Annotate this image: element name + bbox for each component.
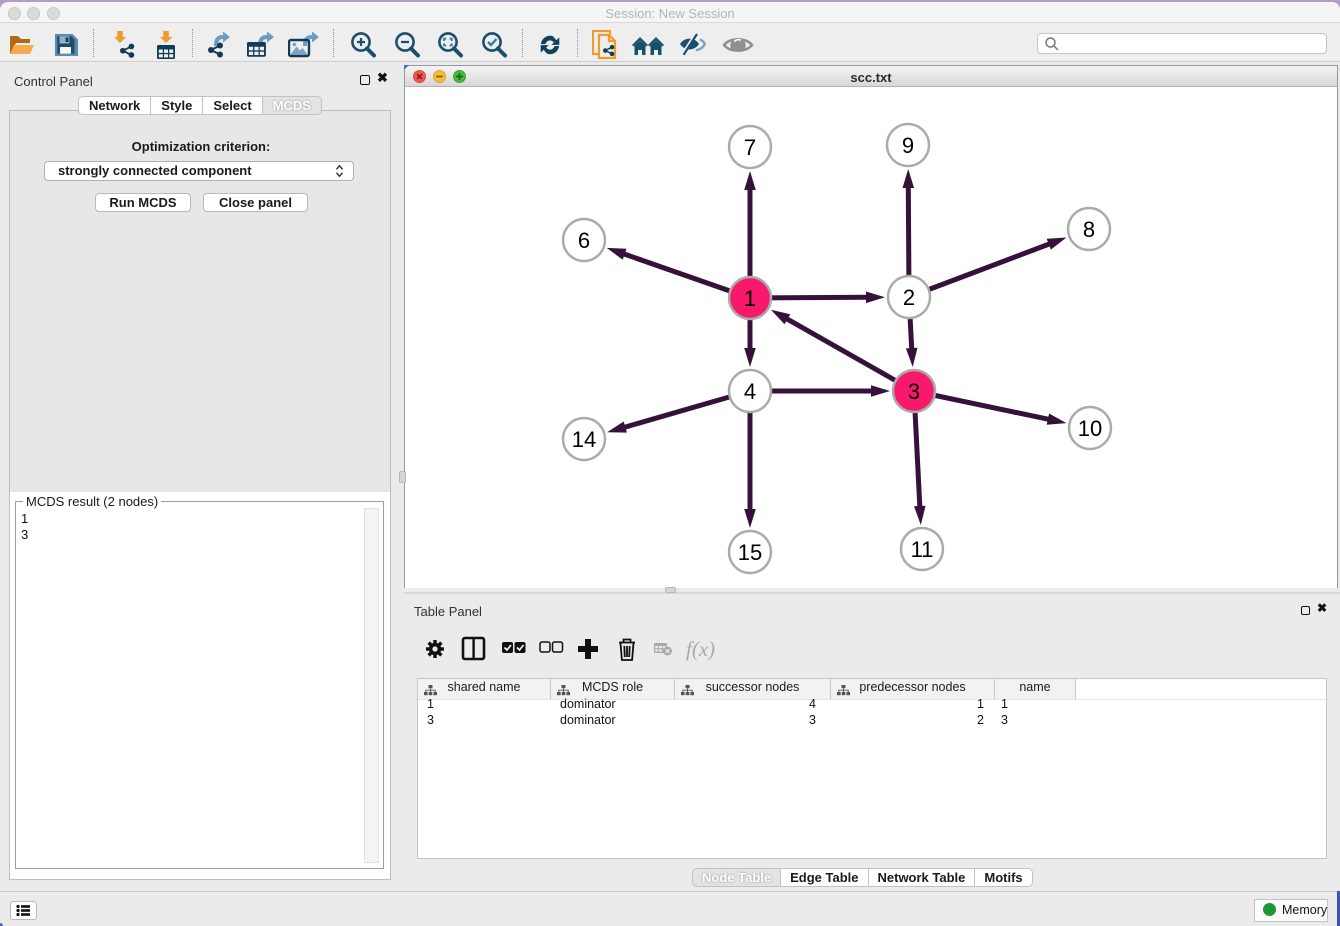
svg-text:7: 7 <box>744 135 756 160</box>
svg-text:1: 1 <box>744 286 756 311</box>
svg-text:3: 3 <box>908 379 920 404</box>
svg-text:6: 6 <box>578 228 590 253</box>
svg-text:14: 14 <box>572 427 596 452</box>
svg-text:8: 8 <box>1083 217 1095 242</box>
svg-text:2: 2 <box>903 285 915 310</box>
svg-text:15: 15 <box>738 540 762 565</box>
svg-text:10: 10 <box>1078 416 1102 441</box>
svg-text:f(x): f(x) <box>686 637 715 661</box>
svg-text:4: 4 <box>744 379 756 404</box>
svg-text:11: 11 <box>911 537 934 562</box>
svg-text:9: 9 <box>902 133 914 158</box>
